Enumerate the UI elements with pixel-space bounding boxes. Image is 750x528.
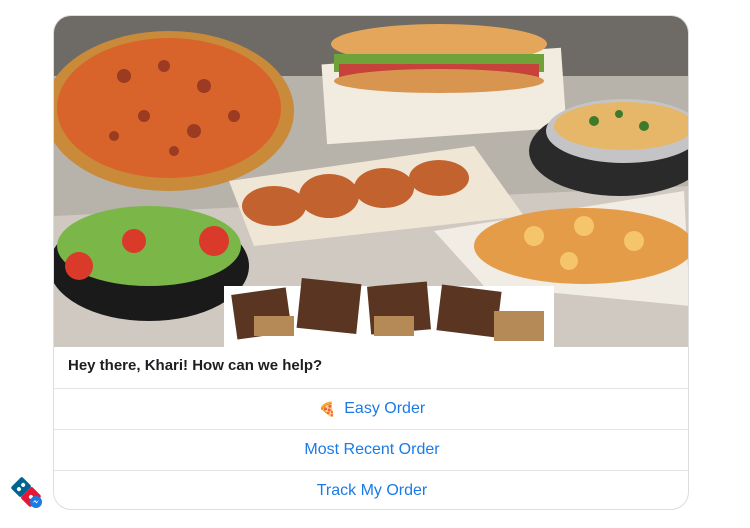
most-recent-order-button[interactable]: Most Recent Order — [54, 429, 688, 470]
most-recent-order-label: Most Recent Order — [304, 441, 440, 458]
track-my-order-label: Track My Order — [316, 482, 428, 499]
easy-order-button[interactable]: 🍕 Easy Order — [54, 388, 688, 429]
pizza-slice-icon: 🍕 — [318, 400, 337, 417]
hero-food-image — [54, 16, 688, 347]
chat-card: Hey there, Khari! How can we help? 🍕 Eas… — [53, 15, 689, 510]
greeting-text: Hey there, Khari! How can we help? — [68, 357, 323, 374]
track-my-order-button[interactable]: Track My Order — [54, 470, 688, 509]
easy-order-label: Easy Order — [344, 400, 426, 417]
dominos-logo-icon — [11, 477, 42, 508]
